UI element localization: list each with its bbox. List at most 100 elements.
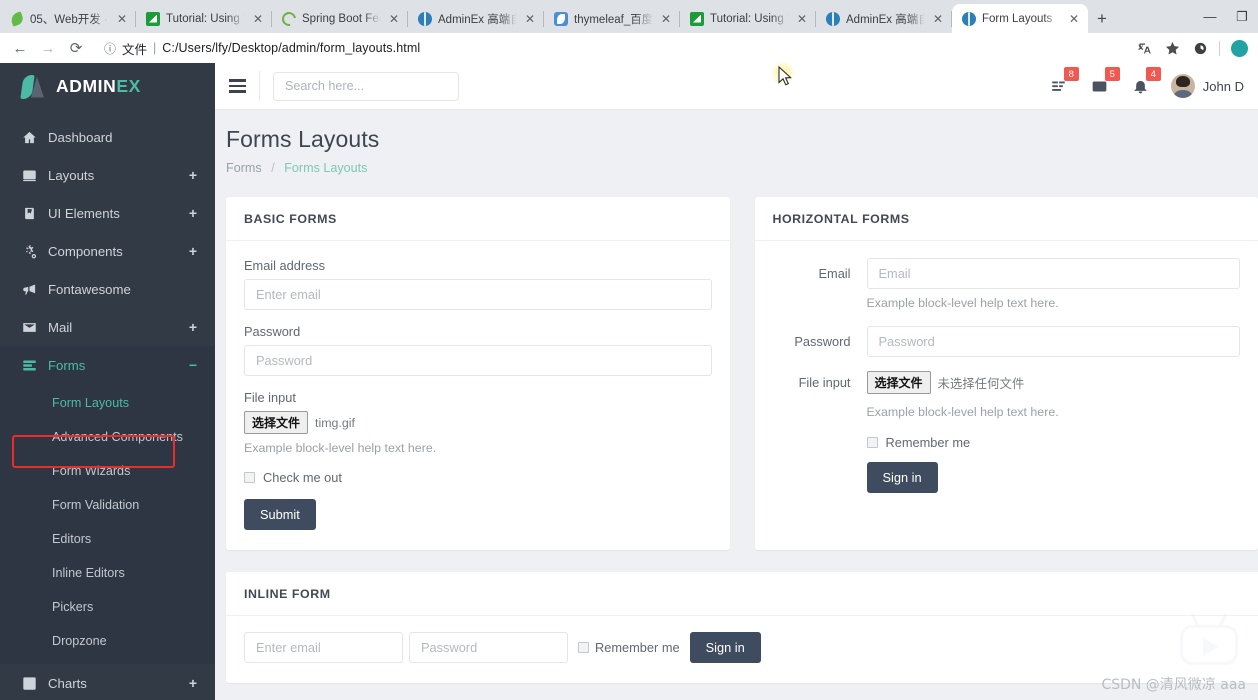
envelope-icon[interactable]: 5: [1089, 67, 1120, 97]
profile-avatar[interactable]: [1226, 36, 1252, 60]
csdn-watermark: CSDN @清风微凉 aaa: [1101, 677, 1246, 693]
sidebar-item-ui-elements[interactable]: UI Elements +: [0, 194, 215, 232]
remember-me-row[interactable]: Remember me: [866, 435, 1241, 450]
email-input[interactable]: Enter email: [244, 279, 712, 310]
password-field-group: Password Password: [244, 324, 712, 376]
brand-logo-block[interactable]: ADMINEX: [0, 63, 215, 110]
sidebar-item-forms[interactable]: Forms −: [0, 346, 215, 384]
sidebar-item-form-layouts[interactable]: Form Layouts: [0, 386, 215, 420]
inline-remember-checkbox[interactable]: [578, 642, 589, 653]
sidebar-item-components[interactable]: Components +: [0, 232, 215, 270]
browser-tab[interactable]: 05、Web开发 · 语 ✕: [0, 4, 136, 33]
sidebar-item-dashboard[interactable]: Dashboard: [0, 118, 215, 156]
green-square-icon: [690, 11, 704, 26]
forms-submenu: Form Layouts Advanced Components Form Wi…: [0, 384, 215, 664]
choose-file-button[interactable]: 选择文件: [244, 411, 309, 434]
sidebar-item-charts[interactable]: Charts +: [0, 664, 215, 700]
inline-remember-row[interactable]: Remember me: [578, 640, 680, 655]
address-bar[interactable]: ⓘ 文件 | C:/Users/lfy/Desktop/admin/form_l…: [94, 36, 1131, 60]
tab-close-icon[interactable]: ✕: [795, 12, 809, 26]
spring-icon: [282, 12, 296, 26]
file-status-text: 未选择任何文件: [937, 376, 1025, 391]
toolbar-icons: [1131, 36, 1252, 60]
back-button[interactable]: ←: [6, 35, 34, 61]
file-input-row[interactable]: 选择文件 timg.gif: [244, 411, 712, 434]
check-me-out-row[interactable]: Check me out: [244, 470, 712, 485]
user-menu[interactable]: John D: [1170, 74, 1244, 98]
extension-icon[interactable]: [1187, 36, 1213, 60]
horizontal-password-input[interactable]: Password: [866, 326, 1240, 357]
sidebar-item-form-validation[interactable]: Form Validation: [0, 488, 215, 522]
tab-close-icon[interactable]: ✕: [251, 12, 265, 26]
file-help-text: Example block-level help text here.: [244, 441, 437, 455]
horizontal-file-input-row[interactable]: 选择文件 未选择任何文件: [866, 367, 1241, 398]
bell-icon[interactable]: 4: [1130, 67, 1161, 97]
url-scheme-label: 文件: [122, 42, 148, 57]
sidebar-item-layouts[interactable]: Layouts +: [0, 156, 215, 194]
browser-tab[interactable]: thymeleaf_百度搜 ✕: [544, 4, 680, 33]
horizontal-forms-heading: HORIZONTAL FORMS: [754, 197, 1258, 241]
basic-forms-card: BASIC FORMS Email address Enter email Pa…: [226, 197, 730, 550]
tab-close-icon[interactable]: ✕: [387, 12, 401, 26]
tab-close-icon[interactable]: ✕: [659, 12, 673, 26]
sidebar-item-inline-editors[interactable]: Inline Editors: [0, 556, 215, 590]
horizontal-password-label: Password: [794, 334, 851, 349]
translate-icon[interactable]: [1131, 36, 1157, 60]
inline-password-input[interactable]: Password: [409, 632, 568, 663]
breadcrumb-separator: /: [271, 161, 275, 175]
browser-tab[interactable]: AdminEx 高端自适 ✕: [408, 4, 544, 33]
sidebar-item-pickers[interactable]: Pickers: [0, 590, 215, 624]
baidu-icon: [554, 11, 568, 26]
tab-close-icon[interactable]: ✕: [523, 12, 537, 26]
search-input[interactable]: Search here...: [273, 71, 459, 101]
avatar: [1170, 74, 1195, 98]
sidebar-item-label: Mail: [48, 319, 73, 335]
adminex-app: ADMINEX Dashboard Layouts + UI Elements …: [0, 63, 1258, 700]
browser-tab[interactable]: AdminEx 高端自适 ✕: [816, 4, 952, 33]
sidebar-item-fontawesome[interactable]: Fontawesome: [0, 270, 215, 308]
inline-signin-button[interactable]: Sign in: [689, 632, 761, 663]
new-tab-button[interactable]: +: [1088, 5, 1116, 33]
horizontal-forms-card: HORIZONTAL FORMS Email Email Example blo…: [754, 197, 1258, 550]
browser-tab[interactable]: Tutorial: Using Th ✕: [136, 4, 272, 33]
tab-close-icon[interactable]: ✕: [115, 12, 129, 26]
desktop-icon: [22, 168, 48, 183]
sidebar-item-advanced-components[interactable]: Advanced Components: [0, 420, 215, 454]
badge-count: 4: [1145, 67, 1161, 81]
sidebar-item-form-wizards[interactable]: Form Wizards: [0, 454, 215, 488]
forward-button[interactable]: →: [34, 35, 62, 61]
sidebar-item-label: Dashboard: [48, 129, 113, 145]
page-info-icon[interactable]: ⓘ: [104, 40, 116, 57]
horizontal-signin-button[interactable]: Sign in: [866, 462, 938, 493]
browser-window: 05、Web开发 · 语 ✕ Tutorial: Using Th ✕ Spri…: [0, 0, 1258, 700]
sidebar-item-label: Layouts: [48, 167, 95, 183]
tasks-icon[interactable]: 8: [1048, 67, 1079, 97]
check-me-out-checkbox[interactable]: [244, 472, 255, 483]
adminex-logo-icon: [22, 74, 48, 100]
sidebar-item-dropzone[interactable]: Dropzone: [0, 624, 215, 658]
star-icon[interactable]: [1159, 36, 1185, 60]
minimize-button[interactable]: —: [1194, 2, 1226, 32]
reload-button[interactable]: ⟳: [62, 35, 90, 61]
breadcrumb-parent[interactable]: Forms: [226, 161, 262, 175]
browser-tab[interactable]: Tutorial: Using Th ✕: [680, 4, 816, 33]
inline-email-input[interactable]: Enter email: [244, 632, 403, 663]
hamburger-icon[interactable]: [215, 63, 259, 110]
tab-close-icon[interactable]: ✕: [1067, 12, 1081, 26]
basic-forms-body: Email address Enter email Password Passw…: [226, 241, 730, 550]
email-field-group: Email address Enter email: [244, 258, 712, 310]
remember-me-checkbox[interactable]: [866, 437, 878, 448]
browser-toolbar: ← → ⟳ ⓘ 文件 | C:/Users/lfy/Desktop/admin/…: [0, 33, 1258, 63]
book-icon: [22, 206, 48, 221]
sidebar-item-editors[interactable]: Editors: [0, 522, 215, 556]
tab-close-icon[interactable]: ✕: [931, 12, 945, 26]
chart-icon: [22, 676, 48, 691]
horizontal-email-input[interactable]: Email: [866, 258, 1240, 289]
browser-tab[interactable]: Spring Boot Feat ✕: [272, 4, 408, 33]
choose-file-button[interactable]: 选择文件: [866, 371, 931, 394]
sidebar-item-mail[interactable]: Mail +: [0, 308, 215, 346]
browser-tab-active[interactable]: Form Layouts ✕: [952, 4, 1088, 33]
maximize-button[interactable]: ❐: [1226, 2, 1258, 32]
submit-button[interactable]: Submit: [244, 499, 316, 530]
password-input[interactable]: Password: [244, 345, 712, 376]
